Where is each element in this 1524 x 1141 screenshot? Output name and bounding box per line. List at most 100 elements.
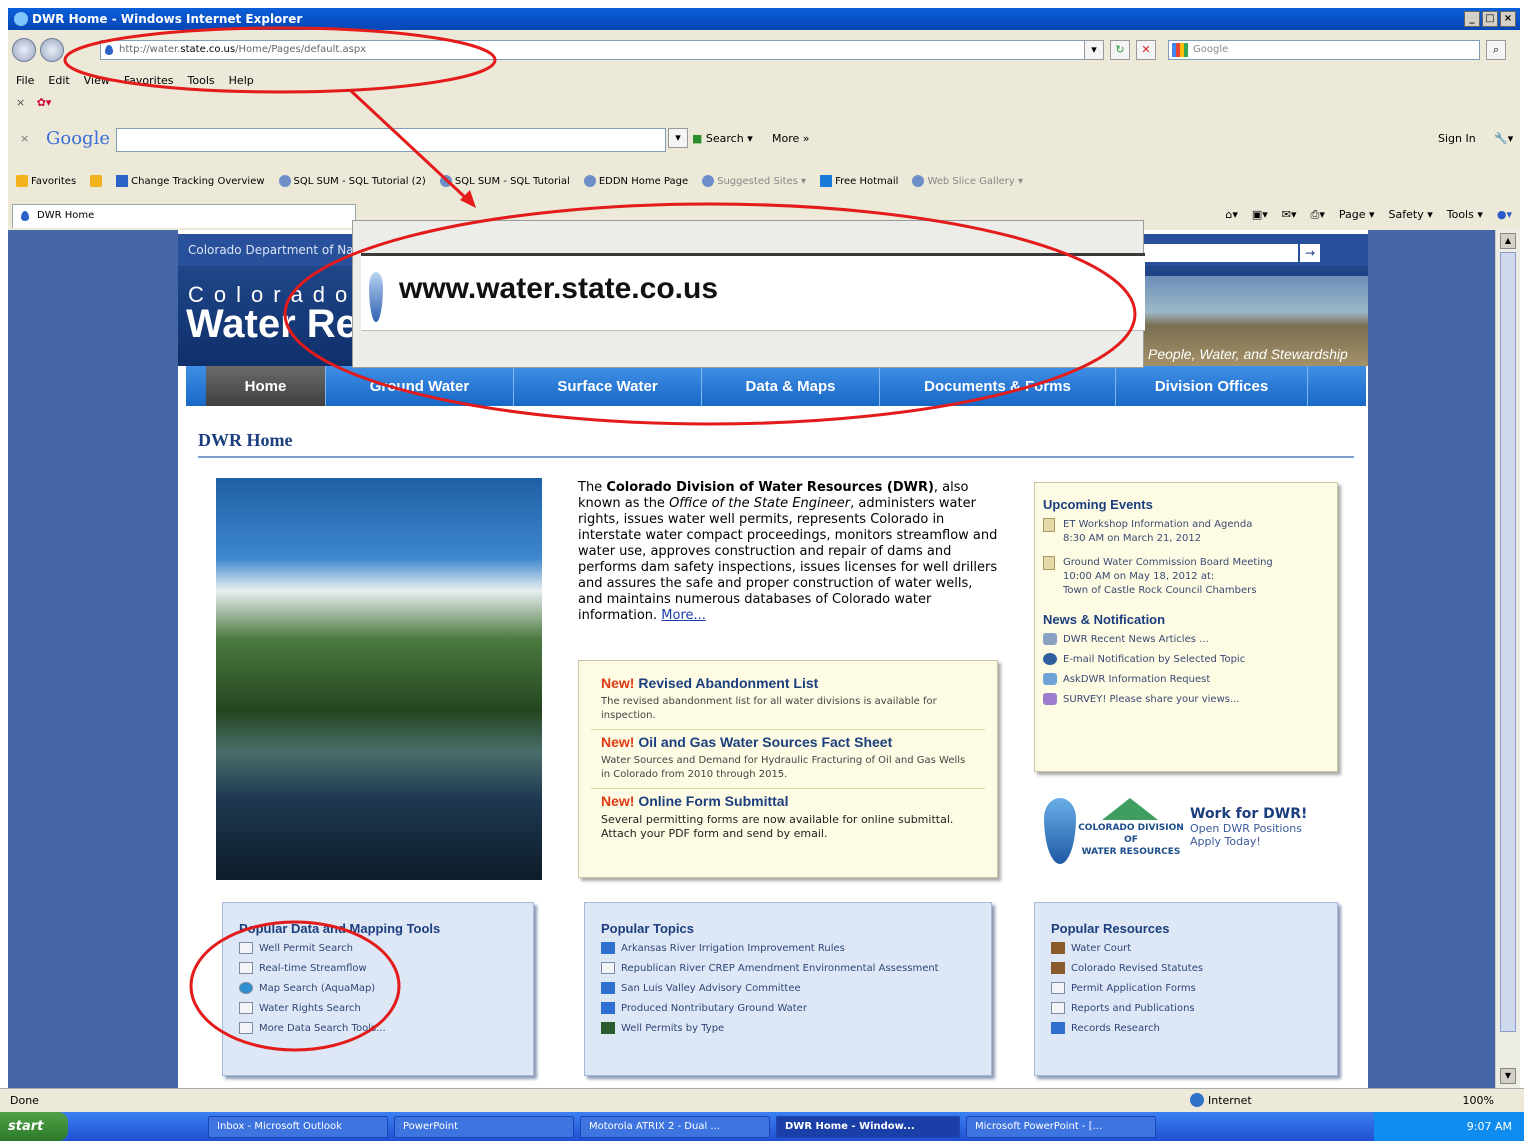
home-icon[interactable]: ⌂▾ xyxy=(1225,208,1238,222)
menu-edit[interactable]: Edit xyxy=(48,74,69,87)
news-link-online-form[interactable]: New! Online Form Submittal xyxy=(601,793,975,809)
menu-help[interactable]: Help xyxy=(229,74,254,87)
nn-link-news[interactable]: DWR Recent News Articles ... xyxy=(1043,633,1329,645)
table-icon xyxy=(239,962,253,974)
google-dropdown-button[interactable]: ▾ xyxy=(668,128,688,148)
add-favorite-button[interactable] xyxy=(90,175,103,187)
topic-link-crep[interactable]: Republican River CREP Amendment Environm… xyxy=(601,962,975,974)
zoom-level[interactable]: 100% xyxy=(1463,1094,1494,1107)
site-search-input[interactable] xyxy=(1138,244,1298,262)
stop-icon[interactable]: ✕ xyxy=(1136,40,1156,60)
refresh-icon[interactable]: ↻ xyxy=(1110,40,1130,60)
nav-documents-forms[interactable]: Documents & Forms xyxy=(880,366,1116,406)
google-search-box[interactable]: Google xyxy=(1168,40,1480,60)
tool-link-aquamap[interactable]: Map Search (AquaMap) xyxy=(239,982,517,994)
close-toolbar-icon[interactable]: × xyxy=(16,96,25,109)
tool-link-streamflow[interactable]: Real-time Streamflow xyxy=(239,962,517,974)
task-motorola[interactable]: Motorola ATRIX 2 - Dual ... xyxy=(580,1115,770,1138)
task-dwr-home[interactable]: DWR Home - Window... xyxy=(776,1115,960,1138)
security-zone[interactable]: Internet xyxy=(1190,1093,1252,1107)
fav-link-sql-sum[interactable]: SQL SUM - SQL Tutorial xyxy=(439,175,570,187)
nav-ground-water[interactable]: Ground Water xyxy=(326,366,514,406)
close-google-toolbar-icon[interactable]: × xyxy=(20,132,29,145)
tool-link-more[interactable]: More Data Search Tools... xyxy=(239,1022,517,1034)
arrow-icon xyxy=(601,942,615,954)
topic-link-nontributary[interactable]: Produced Nontributary Ground Water xyxy=(601,1002,975,1014)
fav-link-change-tracking[interactable]: Change Tracking Overview xyxy=(116,175,265,187)
print-icon[interactable]: ⎙▾ xyxy=(1311,208,1325,222)
wrench-icon[interactable]: 🔧▾ xyxy=(1494,132,1513,145)
google-toolbar-input[interactable] xyxy=(116,128,666,152)
task-ms-powerpoint[interactable]: Microsoft PowerPoint - [... xyxy=(966,1115,1156,1138)
fav-link-suggested-sites[interactable]: Suggested Sites ▾ xyxy=(702,175,806,187)
topic-link-well-permits[interactable]: Well Permits by Type xyxy=(601,1022,975,1034)
task-powerpoint[interactable]: PowerPoint xyxy=(394,1115,574,1138)
menu-file[interactable]: File xyxy=(16,74,34,87)
google-signin-button[interactable]: Sign In xyxy=(1438,132,1476,145)
scroll-up-arrow-icon[interactable]: ▲ xyxy=(1500,233,1516,249)
resource-link-records[interactable]: Records Research xyxy=(1051,1022,1321,1034)
event-item[interactable]: ET Workshop Information and Agenda 8:30 … xyxy=(1043,518,1329,546)
intro-more-link[interactable]: More... xyxy=(661,608,706,623)
scroll-down-arrow-icon[interactable]: ▼ xyxy=(1500,1068,1516,1084)
forward-button[interactable] xyxy=(40,38,64,62)
nav-home[interactable]: Home xyxy=(206,366,326,406)
safety-menu[interactable]: Safety ▾ xyxy=(1389,208,1433,222)
help-icon[interactable]: ●▾ xyxy=(1497,208,1512,222)
menu-favorites[interactable]: Favorites xyxy=(124,74,174,87)
tools-menu[interactable]: Tools ▾ xyxy=(1447,208,1483,222)
tab-dwr-home[interactable]: DWR Home xyxy=(12,204,356,228)
google-search-button[interactable]: ■ Search ▾ xyxy=(692,132,753,145)
translate-icon[interactable]: ✿▾ xyxy=(37,96,52,109)
address-input[interactable]: http://water.state.co.us/Home/Pages/defa… xyxy=(100,40,1100,60)
start-button[interactable]: start xyxy=(0,1112,68,1141)
tool-link-water-rights[interactable]: Water Rights Search xyxy=(239,1002,517,1014)
mail-icon[interactable]: ✉▾ xyxy=(1282,208,1297,222)
maximize-button[interactable]: □ xyxy=(1482,11,1498,27)
nav-surface-water[interactable]: Surface Water xyxy=(514,366,702,406)
nav-division-offices[interactable]: Division Offices xyxy=(1116,366,1308,406)
address-dropdown-button[interactable]: ▾ xyxy=(1084,40,1104,60)
nn-link-survey[interactable]: SURVEY! Please share your views... xyxy=(1043,693,1329,705)
menu-view[interactable]: View xyxy=(84,74,110,87)
system-tray: 9:07 AM xyxy=(1374,1112,1524,1141)
work-for-dwr[interactable]: COLORADO DIVISION OF WATER RESOURCES Wor… xyxy=(1044,790,1344,870)
vertical-scrollbar[interactable]: ▲ ▼ xyxy=(1495,230,1520,1088)
link-icon xyxy=(116,175,129,187)
main-nav: Home Ground Water Surface Water Data & M… xyxy=(186,366,1366,406)
scroll-thumb[interactable] xyxy=(1500,252,1516,1032)
event-item[interactable]: Ground Water Commission Board Meeting 10… xyxy=(1043,556,1329,598)
fav-link-free-hotmail[interactable]: Free Hotmail xyxy=(820,175,898,187)
fav-link-web-slice-gallery[interactable]: Web Slice Gallery ▾ xyxy=(912,175,1023,187)
calendar-icon xyxy=(1043,556,1055,570)
news-link-abandonment[interactable]: New! Revised Abandonment List xyxy=(601,675,975,691)
nn-link-email[interactable]: E-mail Notification by Selected Topic xyxy=(1043,653,1329,665)
search-icon[interactable]: ⌕ xyxy=(1486,40,1506,60)
fav-link-sql-sum-2[interactable]: SQL SUM - SQL Tutorial (2) xyxy=(278,175,426,187)
nav-data-maps[interactable]: Data & Maps xyxy=(702,366,880,406)
minimize-button[interactable]: _ xyxy=(1464,11,1480,27)
resource-link-reports[interactable]: Reports and Publications xyxy=(1051,1002,1321,1014)
favorites-button[interactable]: Favorites xyxy=(16,175,76,187)
site-search-go-button[interactable]: → xyxy=(1300,244,1320,262)
feeds-icon[interactable]: ▣▾ xyxy=(1252,208,1268,222)
tool-link-well-permit[interactable]: Well Permit Search xyxy=(239,942,517,954)
fav-link-eddn[interactable]: EDDN Home Page xyxy=(583,175,688,187)
topic-link-arkansas[interactable]: Arkansas River Irrigation Improvement Ru… xyxy=(601,942,975,954)
resource-link-statutes[interactable]: Colorado Revised Statutes xyxy=(1051,962,1321,974)
resource-link-forms[interactable]: Permit Application Forms xyxy=(1051,982,1321,994)
page-menu[interactable]: Page ▾ xyxy=(1339,208,1375,222)
resource-link-water-court[interactable]: Water Court xyxy=(1051,942,1321,954)
google-more-button[interactable]: More » xyxy=(772,132,810,145)
globe-icon xyxy=(1190,1093,1204,1107)
menu-tools[interactable]: Tools xyxy=(188,74,215,87)
gavel-icon xyxy=(1051,942,1065,954)
topic-link-san-luis[interactable]: San Luis Valley Advisory Committee xyxy=(601,982,975,994)
popular-topics-box: Popular Topics Arkansas River Irrigation… xyxy=(584,902,992,1076)
back-button[interactable] xyxy=(12,38,36,62)
news-link-oil-gas[interactable]: New! Oil and Gas Water Sources Fact Shee… xyxy=(601,734,975,750)
task-outlook[interactable]: Inbox - Microsoft Outlook xyxy=(208,1115,388,1138)
intro-paragraph: The Colorado Division of Water Resources… xyxy=(578,480,998,623)
close-button[interactable]: × xyxy=(1500,11,1516,27)
nn-link-askdwr[interactable]: AskDWR Information Request xyxy=(1043,673,1329,685)
